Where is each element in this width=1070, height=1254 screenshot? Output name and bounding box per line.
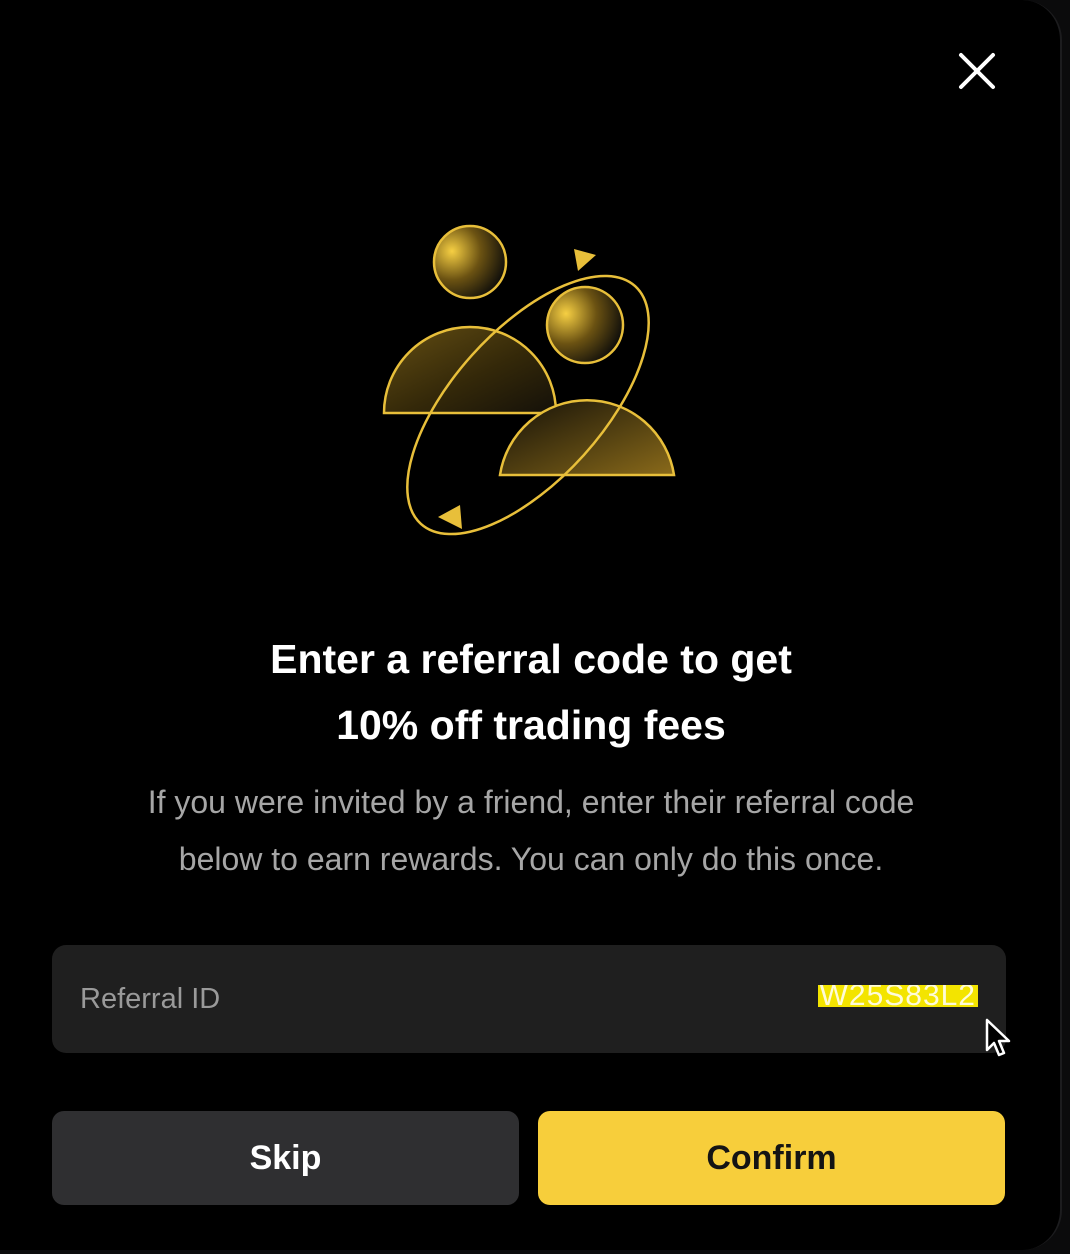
title-line-2: 10% off trading fees	[336, 702, 726, 748]
subtitle-line-1: If you were invited by a friend, enter t…	[147, 784, 915, 820]
referral-dialog: Enter a referral code to get 10% off tra…	[0, 0, 1062, 1250]
referral-id-value[interactable]: W25S83L2	[817, 985, 978, 1007]
dialog-title: Enter a referral code to get 10% off tra…	[0, 626, 1062, 758]
subtitle-line-2: below to earn rewards. You can only do t…	[178, 841, 884, 877]
referral-id-field[interactable]: Referral ID W25S83L2	[52, 945, 1006, 1053]
confirm-button[interactable]: Confirm	[538, 1111, 1005, 1205]
dialog-subtitle: If you were invited by a friend, enter t…	[0, 774, 1062, 888]
referral-people-icon	[382, 224, 676, 536]
skip-button-label: Skip	[249, 1138, 322, 1177]
referral-id-label: Referral ID	[80, 983, 221, 1015]
title-line-1: Enter a referral code to get	[270, 636, 792, 682]
mouse-cursor-icon	[985, 1018, 1011, 1057]
close-button[interactable]	[950, 44, 1004, 98]
skip-button[interactable]: Skip	[52, 1111, 519, 1205]
close-icon	[959, 53, 995, 89]
confirm-button-label: Confirm	[706, 1138, 837, 1177]
